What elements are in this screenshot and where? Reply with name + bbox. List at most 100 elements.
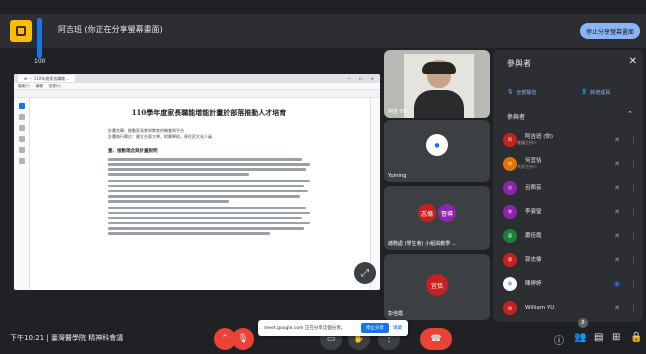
participant-name: William YU [525, 305, 555, 311]
document-title: 110學年度家長職能增能計畫於部落推動人才培育 [131, 108, 287, 117]
avatar: ● [426, 134, 448, 156]
mic-off-icon: 🎙 [507, 89, 514, 95]
participant-row[interactable]: 阿 阿吉班 (你) 會議主持人 ✕ ⋮ [503, 130, 637, 150]
more-options-icon[interactable]: ⋮ [630, 256, 637, 264]
fullscreen-toggle-icon[interactable]: ⤢ [354, 262, 376, 284]
tile-name: 總務處 (學生會) 小組與教學 … [388, 241, 457, 247]
shared-screen: ⊞ ··· 110年度家長職能… — ☐ ✕ 檔案(F) 編輯 檢視(V) 11… [14, 74, 380, 290]
participant-role: 會議主持人 [517, 140, 537, 145]
meet-window: 阿吉班 (你正在分享螢幕畫面) 停止分享螢幕畫面 100 ⊞ ··· 110年度… [0, 0, 646, 354]
video-tile-group: 志倫 督導 總務處 (學生會) 小組與教學 … [384, 186, 490, 250]
minimize-icon[interactable]: — [347, 76, 351, 81]
mic-off-icon[interactable]: ✕ [614, 184, 620, 192]
tool-text-icon[interactable] [18, 147, 25, 153]
tool-pen-icon[interactable] [18, 114, 25, 120]
more-options-icon[interactable]: ⋮ [630, 304, 637, 312]
people-icon[interactable]: 👥 [574, 332, 586, 343]
avatar: W [503, 301, 517, 315]
menu-edit[interactable]: 編輯 [36, 84, 43, 89]
stop-presenting-button[interactable]: 停止分享螢幕畫面 [580, 23, 640, 39]
participant-name: 蕭佳霞 [525, 233, 542, 239]
mic-off-icon[interactable]: ✕ [614, 136, 620, 144]
person-add-icon: 👤 [581, 89, 588, 95]
activities-icon[interactable]: ⊞ [612, 332, 620, 343]
presenting-title: 阿吉班 (你正在分享螢幕畫面) [58, 25, 163, 34]
mic-off-icon[interactable]: ✕ [614, 208, 620, 216]
avatar: 郭 [503, 253, 517, 267]
avatar: 陳 [503, 277, 517, 291]
browser-tab[interactable]: ⊞ ··· 110年度家長職能… [18, 75, 76, 82]
participant-name: 呂佩芸 [525, 185, 542, 191]
more-options-icon[interactable]: ⋮ [630, 232, 637, 240]
browser-title-bar: ⊞ ··· 110年度家長職能… — ☐ ✕ [14, 74, 380, 83]
participant-row[interactable]: 郭 郭志倫 ✕ ⋮ [503, 250, 637, 270]
tool-highlight-icon[interactable] [18, 125, 25, 131]
stop-sharing-button[interactable]: 停止分享 [361, 323, 389, 333]
participant-name: 郭志倫 [525, 257, 542, 263]
more-options-icon[interactable]: ⋮ [630, 184, 637, 192]
zoom-level: 100 [34, 58, 46, 65]
mute-all-label: 全部靜音 [516, 89, 537, 96]
participant-name: 陳婷婷 [525, 281, 542, 287]
participants-panel: 參與者 ✕ 🎙 全部靜音 👤 新增成員 參與者 ⌃ 阿 阿吉班 (你) 會議主持人… [493, 50, 643, 322]
participant-row[interactable]: 何 何宜恬 共同主持人 ✕ ⋮ [503, 154, 637, 174]
participant-row[interactable]: 李 李姿瑩 ✕ ⋮ [503, 202, 637, 222]
tool-erase-icon[interactable] [18, 136, 25, 142]
participant-row[interactable]: W William YU ✕ ⋮ [503, 298, 637, 318]
lock-icon[interactable]: 🔒 [630, 332, 642, 343]
panel-title: 參與者 [507, 59, 531, 68]
snackbar-text: meet.google.com 正在分享這個分頁。 [264, 326, 346, 331]
sharing-snackbar: meet.google.com 正在分享這個分頁。 停止分享 隱藏 [258, 320, 408, 336]
mic-off-icon[interactable]: ✕ [614, 232, 620, 240]
avatar: 阿 [503, 133, 517, 147]
chevron-up-icon[interactable]: ⌃ [627, 110, 633, 118]
more-options-icon[interactable]: ⋮ [630, 136, 637, 144]
end-call-button[interactable]: ☎ [420, 328, 452, 350]
tool-select-icon[interactable] [18, 103, 25, 109]
mic-off-icon[interactable]: ✕ [614, 256, 620, 264]
participant-row[interactable]: 陳 陳婷婷 ◉ ⋮ [503, 274, 637, 294]
mic-off-icon[interactable]: ✕ [614, 160, 620, 168]
participant-row[interactable]: 呂 呂佩芸 ✕ ⋮ [503, 178, 637, 198]
participant-count-badge: 8 [578, 318, 588, 328]
doc-right-rail [370, 98, 380, 290]
avatar: 宜恬 [426, 274, 448, 296]
more-options-icon[interactable]: ⋮ [630, 208, 637, 216]
mic-off-icon[interactable]: ✕ [614, 304, 620, 312]
avatar: 李 [503, 205, 517, 219]
menu-file[interactable]: 檔案(F) [18, 84, 30, 89]
mute-all-button[interactable]: 🎙 全部靜音 [507, 84, 536, 100]
avatar: 蕭 [503, 229, 517, 243]
close-icon[interactable]: ✕ [371, 76, 374, 81]
tile-name: 阿吉 YU [388, 109, 407, 115]
more-options-icon[interactable]: ⋮ [630, 160, 637, 168]
add-people-button[interactable]: 👤 新增成員 [581, 84, 610, 100]
participant-row[interactable]: 蕭 蕭佳霞 ✕ ⋮ [503, 226, 637, 246]
document-section-heading: 壹、推動理念與計畫說明 [108, 149, 158, 154]
chat-icon[interactable]: ▤ [594, 332, 603, 343]
mic-off-button[interactable]: 🎙 [232, 328, 254, 350]
presenting-indicator [37, 18, 42, 58]
close-icon[interactable]: ✕ [629, 56, 637, 67]
menu-view[interactable]: 檢視(V) [49, 84, 61, 89]
tile-name: Yuming [388, 173, 407, 179]
document-paragraph [108, 179, 310, 203]
document-paragraph [108, 158, 310, 176]
mic-active-icon[interactable]: ◉ [614, 280, 620, 288]
doc-toolbar [14, 90, 380, 98]
person-hair [422, 62, 456, 74]
meeting-clock-title: 下午10:21 | 臺灣醫學院 精神科會議 [10, 334, 124, 342]
document-paragraph [108, 206, 310, 235]
info-icon[interactable]: ⓘ [554, 332, 564, 347]
avatar: 督導 [438, 204, 456, 222]
doc-menu-bar: 檔案(F) 編輯 檢視(V) [14, 83, 380, 90]
tool-zoom-icon[interactable] [18, 158, 25, 164]
participants-section-label: 參與者 [507, 114, 526, 121]
maximize-icon[interactable]: ☐ [359, 76, 363, 81]
person-shirt [414, 90, 464, 118]
hide-button[interactable]: 隱藏 [393, 325, 402, 331]
avatar: 呂 [503, 181, 517, 195]
more-options-icon[interactable]: ⋮ [630, 280, 637, 288]
presenting-bar: 阿吉班 (你正在分享螢幕畫面) 停止分享螢幕畫面 [0, 14, 646, 58]
video-tile-self: 阿吉 YU [384, 50, 490, 118]
